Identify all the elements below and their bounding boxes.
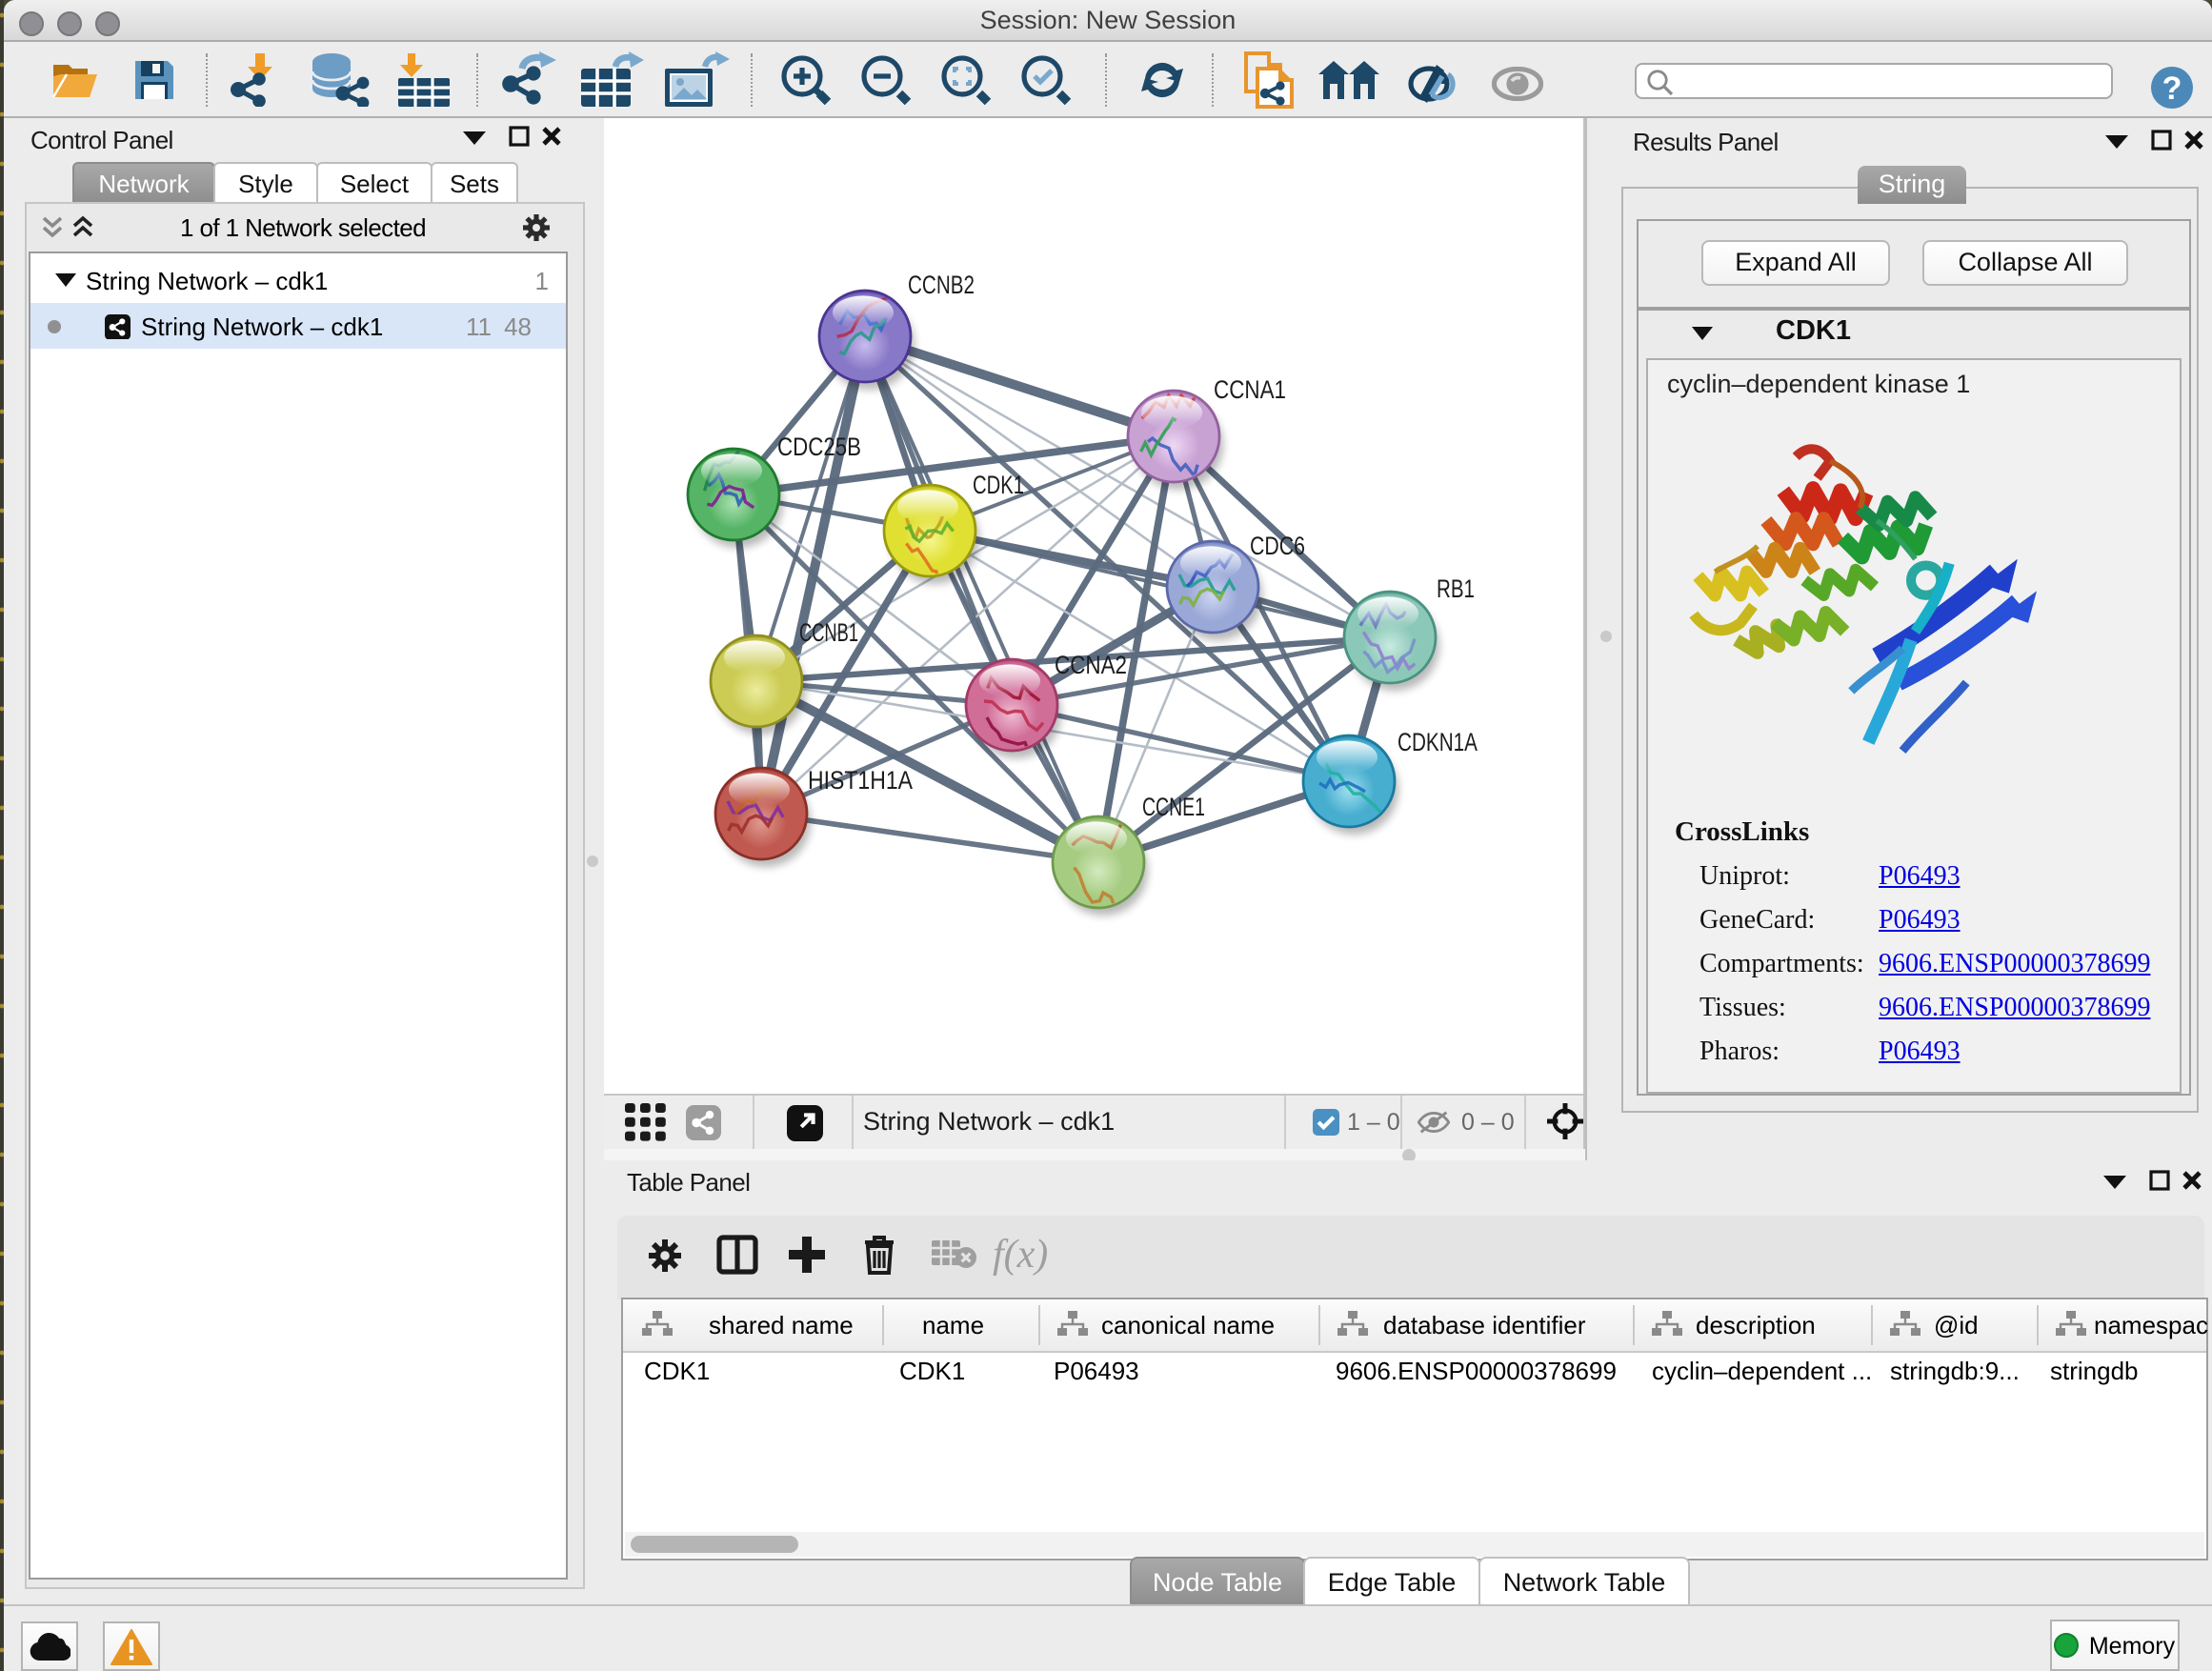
svg-text:CCNB2: CCNB2 <box>908 271 975 299</box>
svg-text:CCNE1: CCNE1 <box>1142 793 1205 821</box>
svg-text:CDKN1A: CDKN1A <box>1398 728 1478 756</box>
svg-text:CCNA2: CCNA2 <box>1055 651 1127 679</box>
svg-text:RB1: RB1 <box>1437 574 1475 603</box>
svg-text:CDK1: CDK1 <box>973 471 1024 499</box>
svg-text:CCNA1: CCNA1 <box>1214 375 1286 404</box>
svg-text:CDC25B: CDC25B <box>777 433 861 461</box>
svg-text:CDC6: CDC6 <box>1250 532 1305 560</box>
svg-text:HIST1H1A: HIST1H1A <box>808 766 913 795</box>
svg-text:?: ? <box>2162 70 2182 107</box>
svg-text:CCNB1: CCNB1 <box>799 618 858 647</box>
